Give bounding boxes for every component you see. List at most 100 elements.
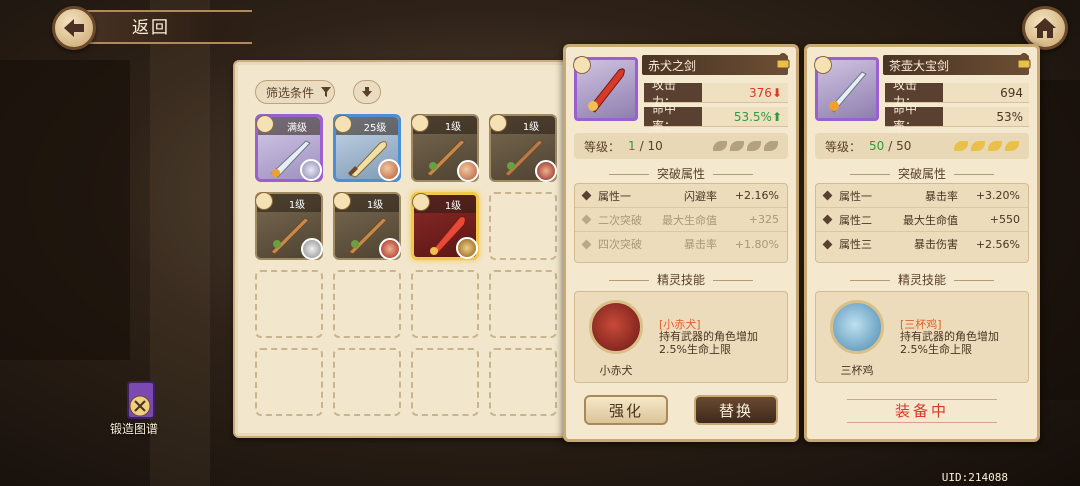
- leaf-icon: [1005, 141, 1019, 151]
- weapon-name: 赤犬之剑: [642, 55, 788, 75]
- replace-button[interactable]: 替换: [694, 395, 778, 425]
- spirit-avatar-icon: [379, 238, 401, 260]
- breakthrough-title: 突破属性: [566, 165, 796, 183]
- diamond-icon: [581, 214, 592, 225]
- spirit-skill-box: 小赤犬 [小赤犬] 持有武器的角色增加2.5%生命上限: [574, 291, 788, 383]
- leaf-icon: [764, 141, 778, 151]
- level-max: / 50: [888, 139, 912, 153]
- weapon-name: 茶壶大宝剑: [883, 55, 1029, 75]
- level-row: 等级： 1 / 10: [574, 133, 788, 159]
- hit-row: 命中率： 53%: [885, 102, 1029, 133]
- hit-value: 53.5%⬆: [733, 109, 782, 124]
- spirit-name: 三杯鸡: [840, 364, 874, 377]
- leaf-icon: [988, 141, 1002, 151]
- attribute-row: 属性一 闪避率 +2.16%: [575, 184, 787, 208]
- background-shelf: [0, 60, 130, 360]
- spirit-avatar-icon: [301, 238, 323, 260]
- hit-label: 命中率：: [644, 102, 702, 133]
- spirit-avatar-icon: [457, 160, 479, 182]
- arrow-up-icon: ⬆: [771, 109, 782, 124]
- filter-label: 筛选条件: [266, 85, 315, 100]
- rank-badge-icon: [573, 56, 591, 74]
- diamond-icon: [822, 239, 833, 249]
- selected-weapon-card: 赤犬之剑 攻击力： 376⬇ 命中率： 53.5%⬆ 等级： 1 / 10 突破…: [563, 44, 799, 442]
- forge-manual-button[interactable]: [118, 378, 166, 426]
- hit-label: 命中率：: [885, 102, 943, 133]
- breakthrough-title: 突破属性: [807, 165, 1037, 183]
- forge-manual-label[interactable]: 锻造图谱: [110, 420, 158, 437]
- level-row: 等级： 50 / 50: [815, 133, 1029, 159]
- spirit-name: 小赤犬: [599, 364, 633, 377]
- lock-icon[interactable]: [776, 53, 790, 69]
- scroll-icon: [127, 381, 155, 419]
- spirit-avatar-icon: [378, 159, 400, 181]
- diamond-icon: [822, 214, 833, 225]
- arrow-down-icon: ⬇: [771, 85, 782, 100]
- weapon-slot-selected[interactable]: 1级: [411, 192, 479, 260]
- rank-badge-icon: [814, 56, 832, 74]
- arrow-down-icon: [362, 87, 372, 97]
- rank-badge-icon: [333, 192, 351, 210]
- attribute-row: 属性三 暴击伤害 +2.56%: [816, 232, 1028, 256]
- level-stars: [954, 141, 1019, 151]
- weapon-portrait: [814, 56, 879, 121]
- spirit-avatar-icon: [300, 159, 322, 181]
- sort-button[interactable]: [353, 80, 381, 104]
- back-label[interactable]: 返回: [132, 13, 170, 38]
- attribute-row: 属性二 最大生命值 +550: [816, 208, 1028, 232]
- empty-slot[interactable]: [489, 192, 557, 260]
- lock-icon[interactable]: [1017, 53, 1031, 69]
- skill-description: 持有武器的角色增加2.5%生命上限: [900, 330, 999, 356]
- weapon-slot[interactable]: 满级: [255, 114, 323, 182]
- weapon-slot[interactable]: 1级: [333, 192, 401, 260]
- spirit-portrait-icon[interactable]: [830, 300, 884, 354]
- back-button[interactable]: [52, 6, 96, 50]
- diamond-icon: [581, 239, 592, 249]
- attack-value: 376⬇: [749, 85, 782, 100]
- attribute-row: 属性一 暴击率 +3.20%: [816, 184, 1028, 208]
- level-max: / 10: [639, 139, 663, 153]
- weapon-slot[interactable]: 1级: [255, 192, 323, 260]
- level-stars: [713, 141, 778, 151]
- diamond-icon: [822, 190, 833, 201]
- empty-slot[interactable]: [333, 348, 401, 416]
- hit-value: 53%: [996, 109, 1023, 124]
- weapon-slot[interactable]: 1级: [489, 114, 557, 182]
- rank-badge-icon: [489, 114, 507, 132]
- attribute-list: 属性一 闪避率 +2.16% 二次突破 最大生命值 +325 四次突破 暴击率 …: [574, 183, 788, 263]
- empty-slot[interactable]: [255, 348, 323, 416]
- level-current: 1: [628, 139, 636, 153]
- spirit-portrait-icon[interactable]: [589, 300, 643, 354]
- user-id: UID:214088: [941, 471, 1008, 484]
- empty-slot[interactable]: [255, 270, 323, 338]
- empty-slot[interactable]: [411, 348, 479, 416]
- filter-icon: [321, 87, 332, 97]
- spirit-avatar-icon: [535, 160, 557, 182]
- weapon-slot[interactable]: 25级: [333, 114, 401, 182]
- rank-badge-icon: [334, 115, 352, 133]
- diamond-icon: [581, 190, 592, 201]
- attribute-row: 二次突破 最大生命值 +325: [575, 208, 787, 232]
- filter-button[interactable]: 筛选条件: [255, 80, 335, 104]
- attribute-row: 四次突破 暴击率 +1.80%: [575, 232, 787, 256]
- weapon-slot[interactable]: 1级: [411, 114, 479, 182]
- equipped-weapon-card: 茶壶大宝剑 攻击力： 694 命中率： 53% 等级： 50 / 50 突破属性…: [804, 44, 1040, 442]
- spirit-skill-box: 三杯鸡 [三杯鸡] 持有武器的角色增加2.5%生命上限: [815, 291, 1029, 383]
- strengthen-button[interactable]: 强化: [584, 395, 668, 425]
- equipped-label: 装备中: [847, 399, 997, 423]
- leaf-icon: [747, 141, 761, 151]
- empty-slot[interactable]: [489, 270, 557, 338]
- weapon-portrait: [573, 56, 638, 121]
- leaf-icon: [730, 141, 744, 151]
- attribute-list: 属性一 暴击率 +3.20% 属性二 最大生命值 +550 属性三 暴击伤害 +…: [815, 183, 1029, 263]
- rank-badge-icon: [256, 115, 274, 133]
- rank-badge-icon: [412, 193, 430, 211]
- empty-slot[interactable]: [333, 270, 401, 338]
- weapon-inventory-panel: 筛选条件 满级 25级 1级 1级 1级 1级 1级: [233, 60, 573, 438]
- empty-slot[interactable]: [411, 270, 479, 338]
- leaf-icon: [713, 141, 727, 151]
- level-label: 等级：: [584, 139, 621, 154]
- skill-description: 持有武器的角色增加2.5%生命上限: [659, 330, 758, 356]
- empty-slot[interactable]: [489, 348, 557, 416]
- level-current: 50: [869, 139, 885, 153]
